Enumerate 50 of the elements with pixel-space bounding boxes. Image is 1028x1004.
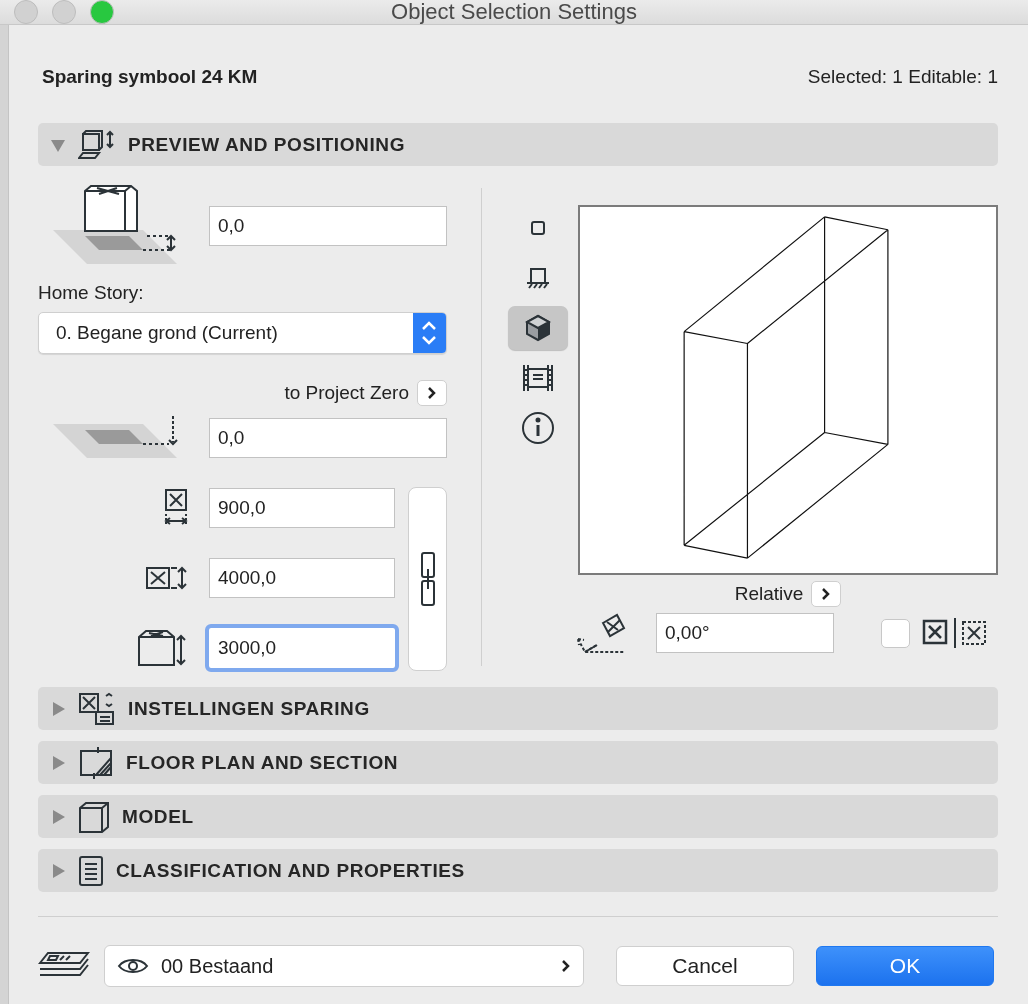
triangle-right-icon xyxy=(50,808,66,825)
filmstrip-icon xyxy=(522,363,554,393)
square-icon xyxy=(530,220,546,236)
home-story-label: Home Story: xyxy=(38,282,145,304)
dimension-field[interactable]: 4000,0 xyxy=(209,558,395,598)
object-name: Sparing symbool 24 KM xyxy=(42,66,258,88)
mirror-checkbox[interactable] xyxy=(881,618,910,648)
object-position-icon xyxy=(78,128,116,161)
triangle-right-icon xyxy=(50,754,66,771)
cube-icon xyxy=(78,799,110,834)
cancel-button[interactable]: Cancel xyxy=(616,946,794,986)
ok-button[interactable]: OK xyxy=(816,946,994,986)
elevation-field[interactable]: 0,0 xyxy=(209,206,447,246)
reference-label: to Project Zero xyxy=(284,382,409,404)
stepper-icon xyxy=(413,313,446,353)
reference-menu-button[interactable] xyxy=(417,380,447,406)
section-header[interactable]: CLASSIFICATION AND PROPERTIES xyxy=(38,849,998,892)
reference-level-icon xyxy=(53,416,181,460)
length-icon xyxy=(145,565,189,591)
document-icon xyxy=(78,854,104,887)
solid-cube-icon xyxy=(525,314,551,342)
eye-icon xyxy=(117,956,149,976)
origin-menu-button[interactable] xyxy=(811,581,842,607)
view-mode-button[interactable] xyxy=(508,306,568,350)
triangle-right-icon xyxy=(50,862,66,879)
ground-fixture-icon xyxy=(525,266,551,290)
section-header[interactable]: FLOOR PLAN AND SECTION xyxy=(38,741,998,784)
origin-label: Relative xyxy=(734,583,804,605)
angle-field[interactable]: 0,00° xyxy=(656,613,834,653)
chevron-right-icon xyxy=(821,587,832,601)
section-header[interactable]: PREVIEW AND POSITIONING xyxy=(38,123,998,166)
chevron-right-icon xyxy=(561,959,571,973)
mirror-box-icon xyxy=(922,618,988,648)
home-story-select[interactable]: 0. Begane grond (Current) xyxy=(38,312,447,354)
chevron-right-icon xyxy=(427,386,437,400)
window-title: Object Selection Settings xyxy=(391,0,637,24)
selection-info: Selected: 1 Editable: 1 xyxy=(807,66,998,88)
reference-elevation-field[interactable]: 0,0 xyxy=(209,418,447,458)
link-toggle-button[interactable] xyxy=(408,487,447,671)
layer-select[interactable]: 00 Bestaand xyxy=(104,945,584,987)
section-header[interactable]: INSTELLINGEN SPARING xyxy=(38,687,998,730)
dimension-field[interactable]: 900,0 xyxy=(209,488,395,528)
width-icon xyxy=(163,488,189,528)
settings-list-icon xyxy=(78,691,116,726)
box-height-icon xyxy=(137,628,189,668)
chain-link-icon xyxy=(419,551,436,607)
info-icon xyxy=(521,411,555,445)
section-header[interactable]: MODEL xyxy=(38,795,998,838)
triangle-right-icon xyxy=(50,700,66,717)
hatched-square-icon xyxy=(78,745,114,780)
